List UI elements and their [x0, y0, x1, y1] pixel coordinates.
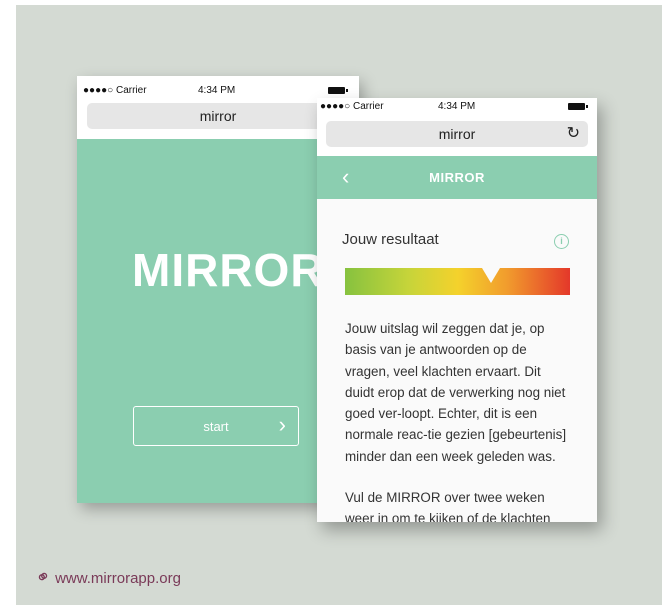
phone-result-screen: ●●●●○ Carrier 4:34 PM mirror ↻ ‹ MIRROR …: [317, 98, 597, 522]
browser-chrome: ●●●●○ Carrier 4:34 PM mirror ↻: [317, 98, 597, 156]
app-header: ‹ MIRROR: [317, 156, 597, 199]
mirror-logo: MIRROR: [132, 244, 325, 296]
website-link[interactable]: ⚭www.mirrorapp.org: [32, 565, 181, 590]
carrier-signal: ●●●●○ Carrier: [320, 101, 384, 112]
result-title: Jouw resultaat: [342, 231, 439, 248]
result-gauge: [345, 268, 570, 295]
reload-icon[interactable]: ↻: [567, 121, 580, 147]
battery-icon: [328, 87, 348, 94]
status-bar: ●●●●○ Carrier 4:34 PM: [317, 98, 597, 118]
website-link-text: www.mirrorapp.org: [55, 570, 181, 587]
start-button[interactable]: start ›: [133, 406, 299, 446]
status-bar: ●●●●○ Carrier 4:34 PM: [77, 76, 359, 96]
url-bar[interactable]: mirror ↻: [326, 121, 588, 147]
header-title: MIRROR: [429, 170, 485, 185]
start-label: start: [203, 419, 229, 434]
url-text: mirror: [438, 126, 476, 142]
chevron-right-icon: ›: [278, 412, 286, 437]
follow-up-text: Vul de MIRROR over twee weken weer in om…: [345, 490, 551, 522]
link-icon: ⚭: [31, 564, 55, 590]
status-time: 4:34 PM: [198, 85, 236, 96]
battery-icon: [568, 103, 588, 110]
status-time: 4:34 PM: [438, 101, 476, 112]
result-explanation: Jouw uitslag wil zeggen dat je, op basis…: [345, 321, 567, 464]
info-icon[interactable]: i: [554, 234, 569, 249]
carrier-signal: ●●●●○ Carrier: [83, 85, 147, 96]
gauge-marker: [482, 268, 501, 283]
url-bar[interactable]: mirror: [87, 103, 349, 129]
